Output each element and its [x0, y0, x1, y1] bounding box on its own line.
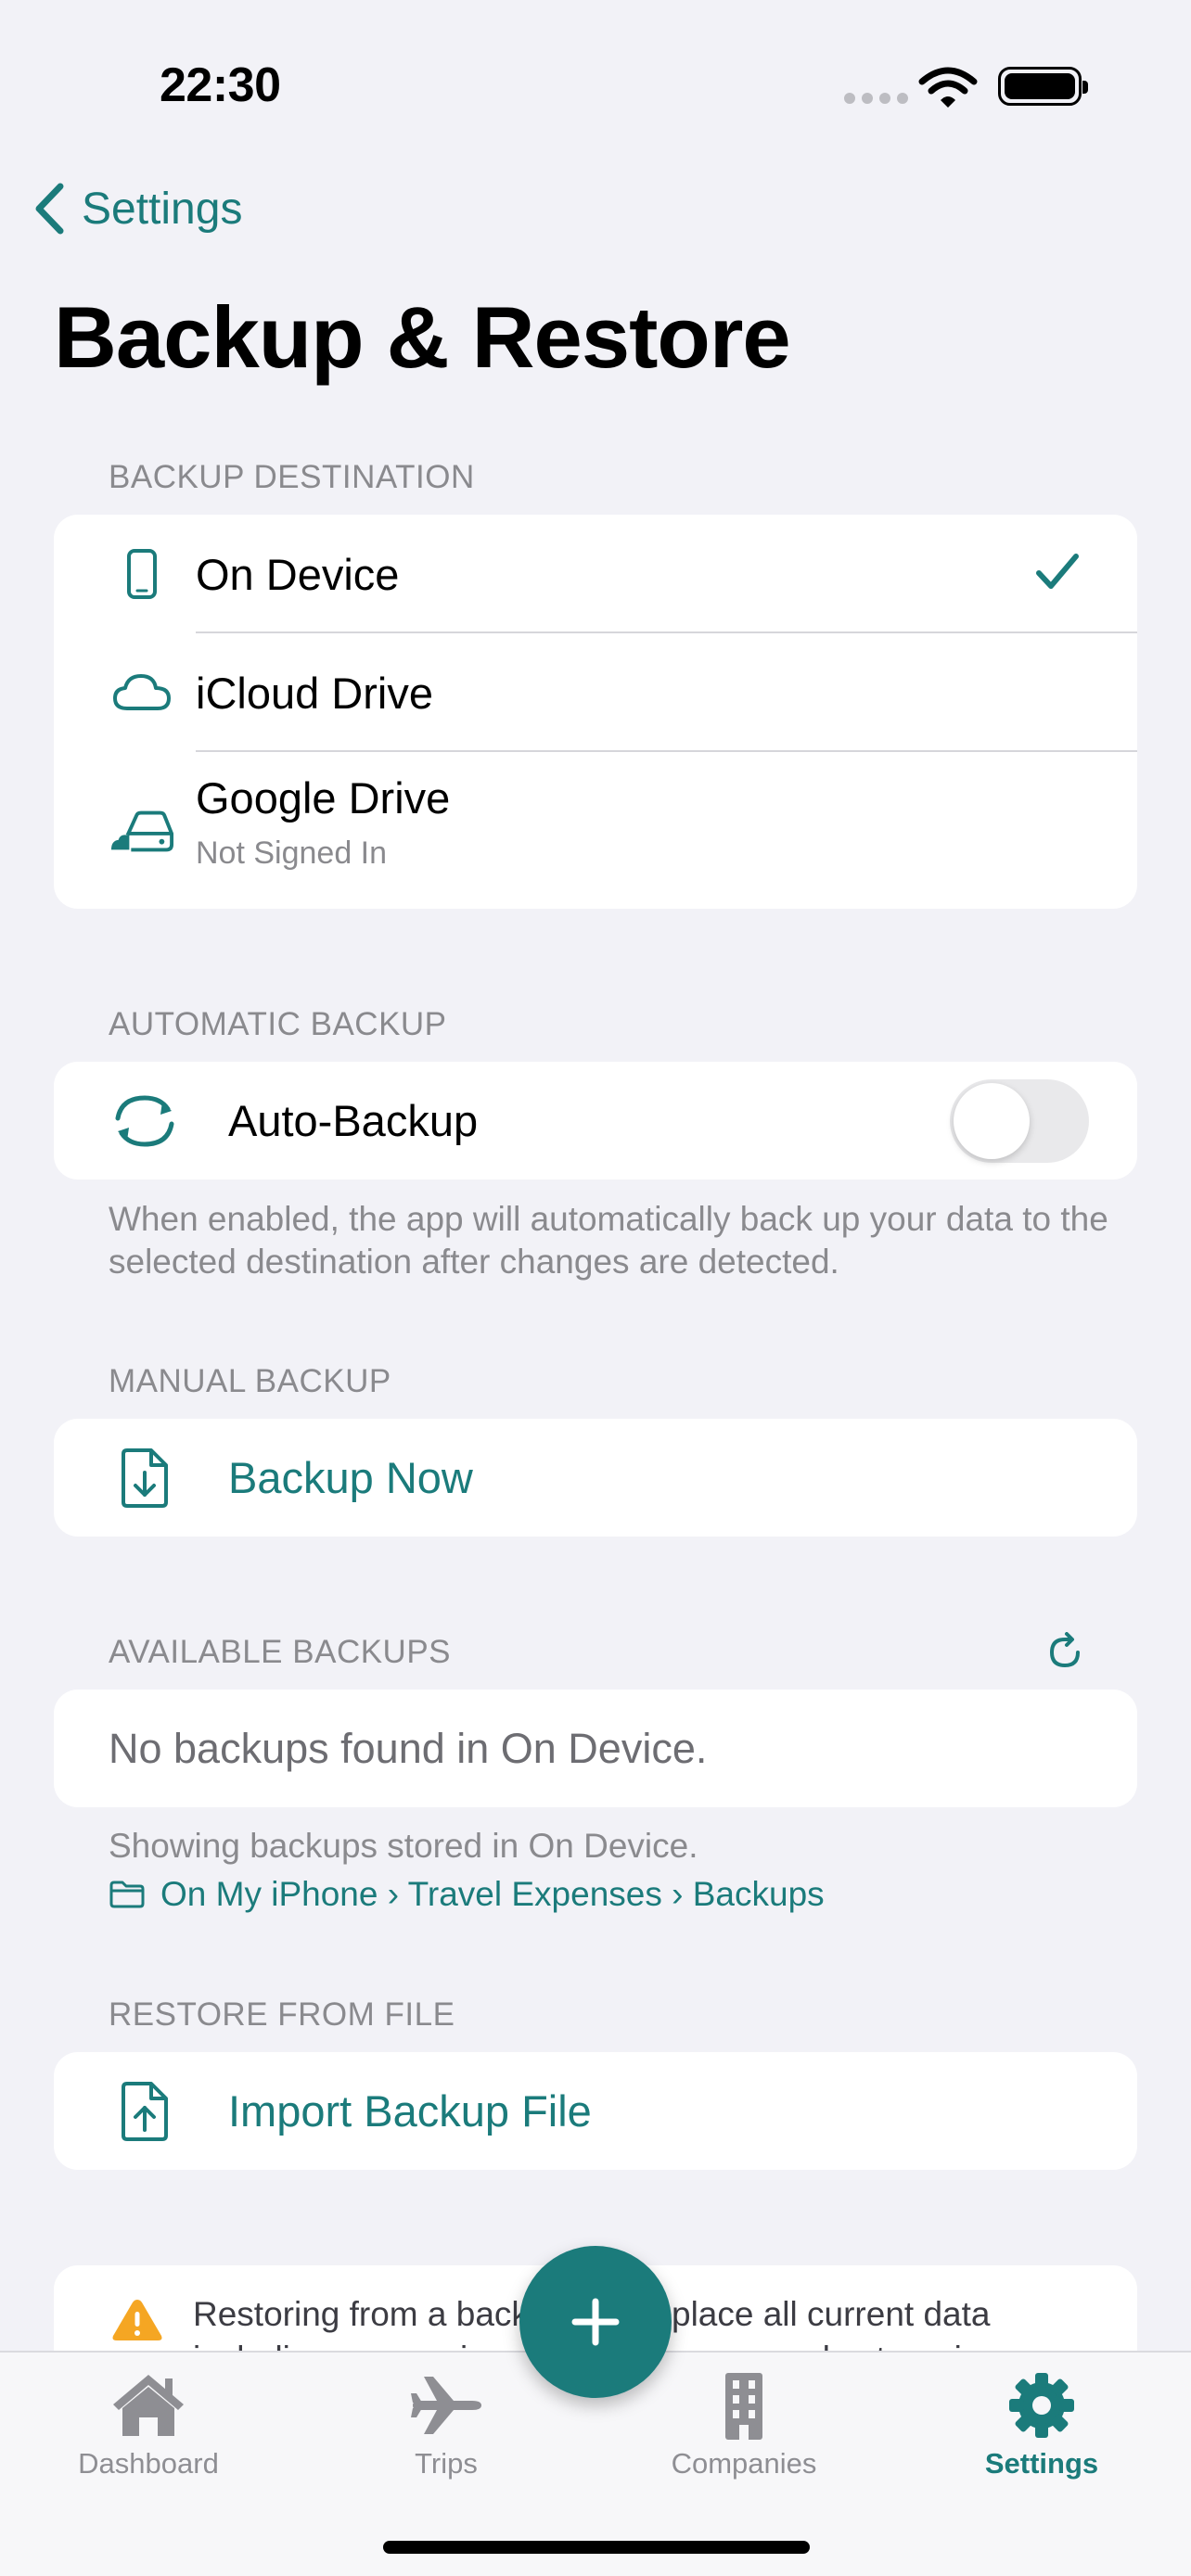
wifi-icon: [918, 65, 978, 114]
destination-option-google-drive[interactable]: Google Drive Not Signed In: [54, 752, 1137, 909]
gear-icon: [1009, 2373, 1074, 2438]
chevron-left-icon: [35, 183, 64, 235]
destination-option-icloud-drive[interactable]: iCloud Drive: [54, 633, 1137, 752]
tab-label: Trips: [415, 2447, 478, 2480]
phone-icon: [109, 548, 174, 600]
building-icon: [725, 2373, 762, 2440]
document-upload-icon: [106, 2080, 184, 2143]
backup-folder-link[interactable]: On My iPhone › Travel Expenses › Backups: [109, 1875, 825, 1914]
import-backup-file-label: Import Backup File: [228, 2086, 592, 2136]
destination-label: On Device: [196, 549, 400, 599]
section-header-manual-backup: MANUAL BACKUP: [109, 1363, 391, 1399]
airplane-icon: [411, 2377, 481, 2434]
checkmark-icon: [1035, 553, 1080, 596]
auto-backup-card: Auto-Backup: [54, 1062, 1137, 1180]
available-backups-list: No backups found in On Device.: [54, 1690, 1137, 1807]
status-time: 22:30: [160, 58, 281, 112]
tab-companies[interactable]: Companies: [633, 2371, 855, 2480]
tab-dashboard[interactable]: Dashboard: [37, 2371, 260, 2480]
destination-label: Google Drive: [196, 773, 451, 823]
back-label: Settings: [82, 184, 243, 234]
folder-icon: [109, 1881, 145, 1908]
house-icon: [113, 2375, 184, 2436]
backup-destination-list: On Device iCloud Drive Google Drive Not …: [54, 515, 1137, 909]
cellular-signal-icon: [844, 93, 908, 104]
backup-folder-path: On My iPhone › Travel Expenses › Backups: [160, 1875, 825, 1913]
refresh-icon[interactable]: [1046, 1632, 1083, 1676]
available-backups-footer: Showing backups stored in On Device.: [109, 1827, 698, 1865]
home-indicator: [383, 2541, 810, 2554]
section-header-available-backups: AVAILABLE BACKUPS: [109, 1634, 452, 1670]
auto-backup-row: Auto-Backup: [54, 1062, 1137, 1180]
empty-backups-message: No backups found in On Device.: [109, 1724, 708, 1772]
cloud-icon: [109, 673, 174, 712]
destination-sublabel: Not Signed In: [196, 835, 388, 871]
plus-icon: [571, 2298, 620, 2346]
backup-now-button[interactable]: Backup Now: [54, 1419, 1137, 1537]
sync-icon: [106, 1090, 184, 1152]
battery-icon: [998, 67, 1088, 106]
auto-backup-toggle[interactable]: [950, 1078, 1089, 1163]
tab-label: Companies: [671, 2447, 817, 2480]
cloud-drive-icon: [109, 808, 174, 854]
warning-text-line1-left: Restoring from a back: [193, 2295, 529, 2333]
add-button[interactable]: [519, 2246, 672, 2398]
warning-icon: [111, 2297, 163, 2348]
destination-label: iCloud Drive: [196, 668, 433, 718]
tab-settings[interactable]: Settings: [930, 2371, 1153, 2480]
auto-backup-footer: When enabled, the app will automatically…: [109, 1200, 1108, 1281]
back-button[interactable]: Settings: [33, 182, 242, 236]
document-download-icon: [106, 1447, 184, 1510]
tab-label: Dashboard: [78, 2447, 219, 2480]
section-header-automatic-backup: AUTOMATIC BACKUP: [109, 1006, 447, 1042]
section-header-restore-from-file: RESTORE FROM FILE: [109, 1996, 455, 2033]
page-title: Backup & Restore: [54, 288, 791, 386]
tab-label: Settings: [984, 2447, 1099, 2480]
auto-backup-label: Auto-Backup: [228, 1096, 479, 1145]
tab-trips[interactable]: Trips: [335, 2371, 557, 2480]
backup-now-label: Backup Now: [228, 1453, 473, 1502]
destination-option-on-device[interactable]: On Device: [54, 515, 1137, 633]
warning-text-line1-right: place all current data: [672, 2295, 991, 2333]
import-backup-file-button[interactable]: Import Backup File: [54, 2052, 1137, 2170]
section-header-backup-destination: BACKUP DESTINATION: [109, 459, 475, 495]
